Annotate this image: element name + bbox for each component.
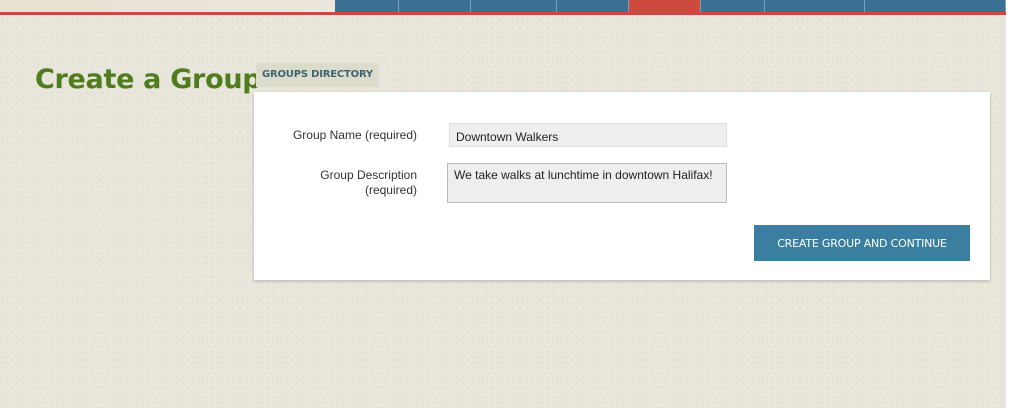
nav-tab-1[interactable] (335, 0, 399, 12)
nav-tab-2[interactable] (399, 0, 471, 12)
nav-tab-6[interactable] (701, 0, 765, 12)
nav-tab-3[interactable] (471, 0, 557, 12)
groups-directory-link[interactable]: GROUPS DIRECTORY (256, 63, 379, 87)
group-name-input[interactable] (449, 123, 727, 147)
nav-underline (0, 12, 1006, 15)
nav-left-area (0, 0, 335, 12)
group-description-textarea[interactable]: We take walks at lunchtime in downtown H… (447, 163, 727, 203)
page: Create a Group GROUPS DIRECTORY Group Na… (0, 0, 1006, 408)
page-title: Create a Group (35, 64, 262, 95)
top-navigation (0, 0, 1006, 15)
group-description-label: Group Description (required) (320, 168, 417, 197)
nav-tab-active[interactable] (629, 0, 701, 12)
create-group-button[interactable]: CREATE GROUP AND CONTINUE (754, 225, 970, 261)
nav-tab-8[interactable] (865, 0, 1006, 12)
create-group-form: Group Name (required) Group Description … (254, 92, 990, 280)
nav-tab-7[interactable] (765, 0, 865, 12)
group-name-label: Group Name (required) (292, 128, 417, 142)
nav-tab-4[interactable] (557, 0, 629, 12)
